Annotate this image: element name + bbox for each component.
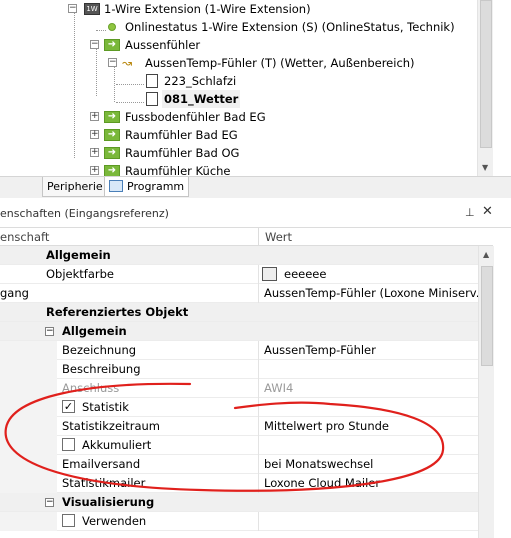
statistik-checkbox[interactable]: ✓ bbox=[62, 400, 75, 413]
tree-item-label: Raumfühler Küche bbox=[125, 164, 231, 176]
collapse-icon[interactable]: − bbox=[68, 4, 77, 13]
tree-item-label: 223_Schlafzi bbox=[164, 74, 237, 88]
property-row-statistik[interactable]: ✓ Statistik bbox=[0, 398, 478, 417]
scrollbar-thumb[interactable] bbox=[481, 266, 493, 366]
folder-green-icon: ➜ bbox=[104, 39, 120, 51]
collapse-icon[interactable]: − bbox=[90, 40, 99, 49]
category-allgemein[interactable]: Allgemein bbox=[0, 246, 478, 265]
pin-icon[interactable]: ⊥ bbox=[465, 206, 475, 219]
column-header: enschaft Wert bbox=[0, 228, 493, 246]
collapse-icon[interactable]: − bbox=[45, 498, 54, 507]
scroll-down-icon[interactable]: ▼ bbox=[482, 163, 488, 172]
property-row-anschluss: Anschluss AWI4 bbox=[0, 379, 478, 398]
expand-icon[interactable]: + bbox=[90, 148, 99, 157]
verwenden-checkbox[interactable] bbox=[62, 514, 75, 527]
akkumuliert-checkbox[interactable] bbox=[62, 438, 75, 451]
column-separator[interactable] bbox=[258, 228, 259, 246]
property-row-bezeichnung[interactable]: Bezeichnung AussenTemp-Fühler bbox=[0, 341, 478, 360]
folder-green-icon: ➜ bbox=[104, 129, 120, 141]
tree-item-fussbodenfuehler[interactable]: + ➜ Fussbodenfühler Bad EG bbox=[0, 108, 480, 126]
properties-header: enschaften (Eingangsreferenz) ⊥ ✕ bbox=[0, 198, 511, 228]
expand-icon[interactable]: + bbox=[90, 112, 99, 121]
tree-item-raumfuehler-bad-eg[interactable]: + ➜ Raumfühler Bad EG bbox=[0, 126, 480, 144]
tree-view[interactable]: − 1W 1-Wire Extension (1-Wire Extension)… bbox=[0, 0, 493, 176]
property-row-objektfarbe[interactable]: Objektfarbe eeeeee bbox=[0, 265, 478, 284]
folder-green-icon: ➜ bbox=[104, 111, 120, 123]
folder-green-icon: ➜ bbox=[104, 165, 120, 176]
tree-item-label: AussenTemp-Fühler (T) (Wetter, Außenbere… bbox=[145, 56, 415, 70]
property-row-verwenden[interactable]: Verwenden bbox=[0, 512, 478, 531]
tree-item-onlinestatus[interactable]: Onlinestatus 1-Wire Extension (S) (Onlin… bbox=[0, 18, 480, 36]
sensor-wave-icon: ↝ bbox=[122, 56, 133, 70]
color-swatch[interactable] bbox=[262, 267, 277, 281]
property-grid: Allgemein Objektfarbe eeeeee gang Aussen… bbox=[0, 246, 478, 538]
document-icon bbox=[146, 92, 158, 106]
status-dot-icon bbox=[108, 23, 116, 31]
tree-item-label: Aussenfühler bbox=[125, 38, 201, 52]
tree-item-081-wetter[interactable]: 081_Wetter bbox=[0, 90, 480, 108]
tab-peripherie[interactable]: Peripherie bbox=[42, 177, 108, 197]
tab-bar: Peripherie Programm bbox=[0, 176, 511, 198]
device-icon: 1W bbox=[84, 3, 100, 15]
tree-scrollbar[interactable]: ▼ bbox=[477, 0, 493, 176]
tree-item-raumfuehler-kueche[interactable]: + ➜ Raumfühler Küche bbox=[0, 162, 480, 176]
tree-item-raumfuehler-bad-og[interactable]: + ➜ Raumfühler Bad OG bbox=[0, 144, 480, 162]
expand-icon[interactable]: + bbox=[90, 130, 99, 139]
program-icon bbox=[109, 180, 123, 192]
property-grid-scrollbar[interactable]: ▲ bbox=[478, 246, 494, 538]
column-header-value[interactable]: Wert bbox=[265, 230, 292, 244]
expand-icon[interactable]: + bbox=[90, 166, 99, 175]
property-row-emailversand[interactable]: Emailversand bei Monatswechsel bbox=[0, 455, 478, 474]
scroll-up-icon[interactable]: ▲ bbox=[483, 250, 489, 259]
tree-item-aussenfuehler[interactable]: − ➜ Aussenfühler bbox=[0, 36, 480, 54]
property-row-beschreibung[interactable]: Beschreibung bbox=[0, 360, 478, 379]
tree-item-1wire-extension[interactable]: − 1W 1-Wire Extension (1-Wire Extension) bbox=[0, 0, 480, 18]
tree-item-label: Raumfühler Bad OG bbox=[125, 146, 240, 160]
property-row-statistikzeitraum[interactable]: Statistikzeitraum Mittelwert pro Stunde bbox=[0, 417, 478, 436]
property-row-eingang[interactable]: gang AussenTemp-Fühler (Loxone Miniserv.… bbox=[0, 284, 478, 303]
properties-title: enschaften (Eingangsreferenz) bbox=[0, 207, 169, 220]
tree-item-label: 081_Wetter bbox=[162, 90, 241, 108]
document-icon bbox=[146, 74, 158, 88]
tree-item-aussentemp[interactable]: − ↝ AussenTemp-Fühler (T) (Wetter, Außen… bbox=[0, 54, 480, 72]
subcategory-visualisierung[interactable]: − Visualisierung bbox=[0, 493, 478, 512]
tree-item-223-schlafzi[interactable]: 223_Schlafzi bbox=[0, 72, 480, 90]
property-row-statistikmailer[interactable]: Statistikmailer Loxone Cloud Mailer bbox=[0, 474, 478, 493]
tree-item-label: Raumfühler Bad EG bbox=[125, 128, 238, 142]
column-header-property[interactable]: enschaft bbox=[0, 230, 49, 244]
collapse-icon[interactable]: − bbox=[108, 58, 117, 67]
tree-item-label: Fussbodenfühler Bad EG bbox=[125, 110, 266, 124]
tree-item-label: Onlinestatus 1-Wire Extension (S) (Onlin… bbox=[125, 20, 455, 34]
scrollbar-thumb[interactable] bbox=[480, 0, 492, 148]
subcategory-allgemein[interactable]: − Allgemein bbox=[0, 322, 478, 341]
property-row-akkumuliert[interactable]: Akkumuliert bbox=[0, 436, 478, 455]
tree-item-label: 1-Wire Extension (1-Wire Extension) bbox=[104, 2, 311, 16]
collapse-icon[interactable]: − bbox=[45, 327, 54, 336]
close-icon[interactable]: ✕ bbox=[482, 204, 493, 219]
folder-green-icon: ➜ bbox=[104, 147, 120, 159]
tab-programm[interactable]: Programm bbox=[104, 177, 190, 197]
category-referenziertes-objekt[interactable]: Referenziertes Objekt bbox=[0, 303, 478, 322]
